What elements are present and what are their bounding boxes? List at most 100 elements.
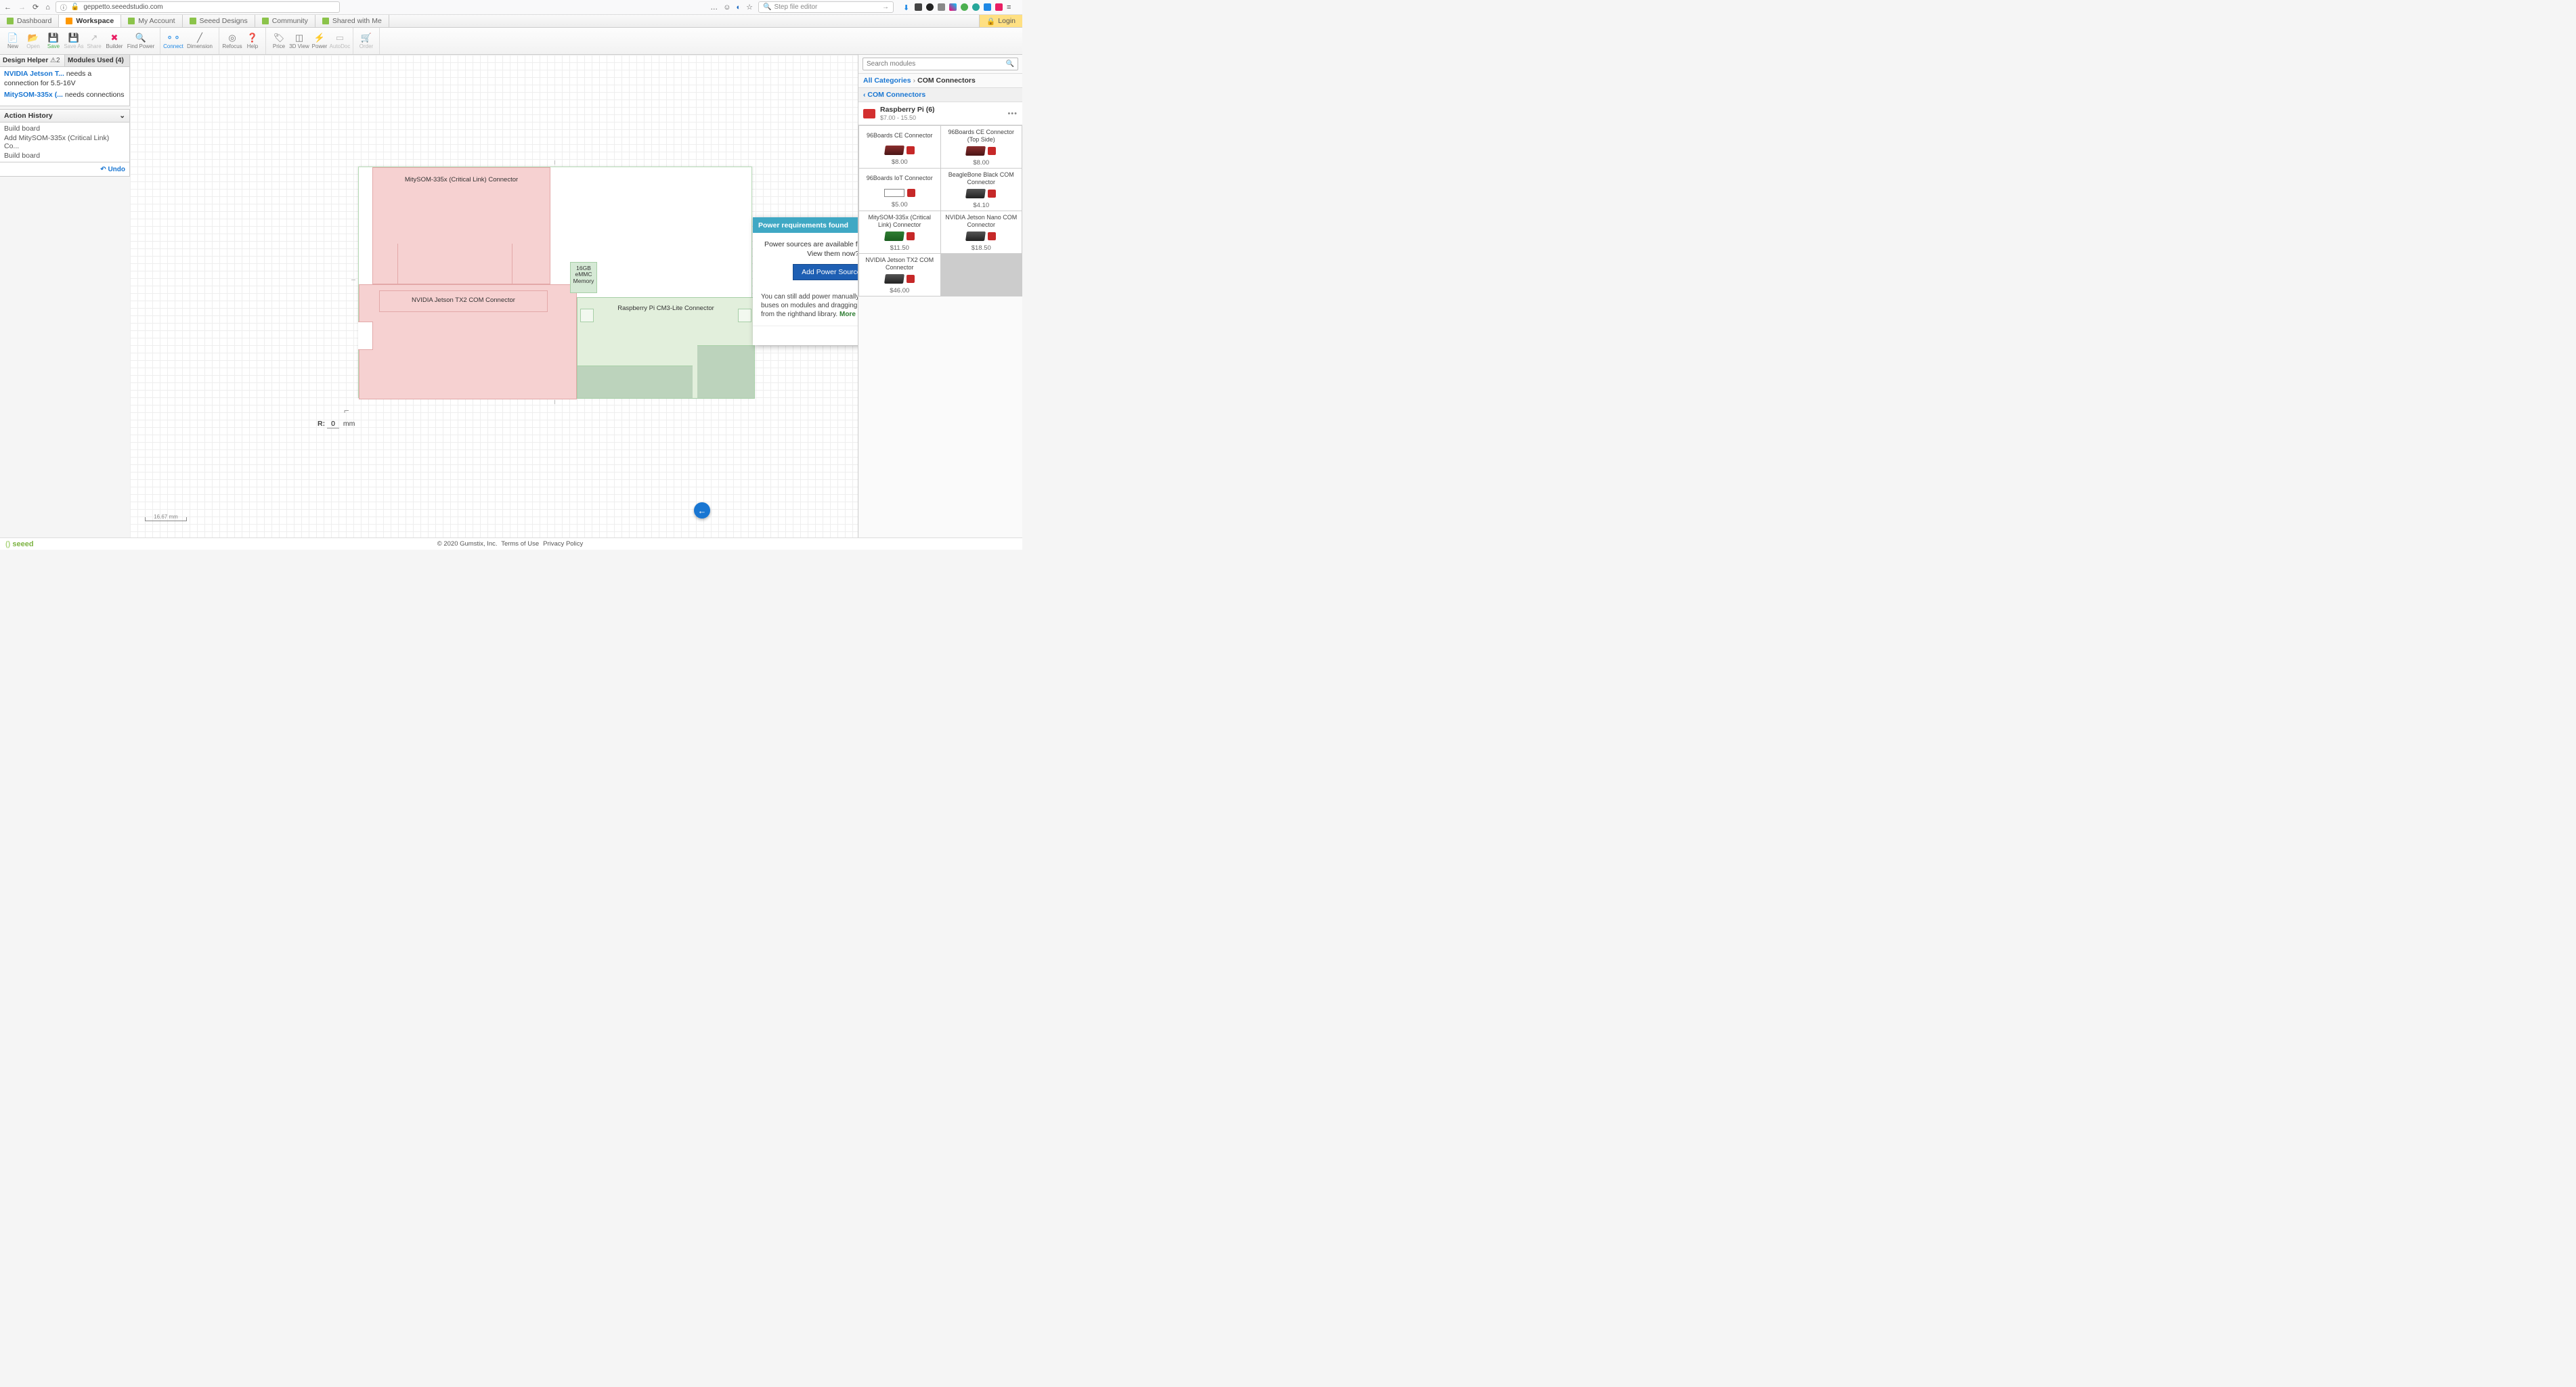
block-icon[interactable]: ◐: [736, 3, 741, 12]
ext-icon[interactable]: [949, 3, 957, 11]
module-card[interactable]: NVIDIA Jetson TX2 COM Connector$46.00: [859, 254, 940, 296]
history-item[interactable]: Build board: [4, 151, 125, 160]
ext-icon[interactable]: [915, 3, 922, 11]
download-icon[interactable]: ⬇: [903, 3, 911, 11]
action-history-header[interactable]: Action History⌄: [0, 109, 130, 123]
order-button[interactable]: 🛒Order: [356, 28, 376, 54]
save-button[interactable]: 💾Save: [43, 28, 64, 54]
star-icon[interactable]: ☆: [746, 3, 753, 12]
dimension-button[interactable]: ╱Dimension: [183, 28, 216, 54]
menu-icon[interactable]: ≡: [1007, 3, 1014, 11]
privacy-link[interactable]: Privacy Policy: [543, 540, 583, 548]
go-icon[interactable]: →: [882, 3, 889, 11]
login-button[interactable]: 🔒Login: [979, 15, 1022, 27]
help-button[interactable]: ❓Help: [242, 28, 263, 54]
terms-link[interactable]: Terms of Use: [501, 540, 539, 548]
module-rpi[interactable]: Raspberry Pi CM3-Lite Connector: [577, 297, 755, 399]
builder-button[interactable]: ✖Builder: [104, 28, 125, 54]
module-emmc[interactable]: 16GB eMMC Memory: [570, 262, 597, 293]
module-name: NVIDIA Jetson Nano COM Connector: [943, 214, 1020, 228]
reload-icon[interactable]: ⟳: [32, 3, 39, 12]
breadcrumb-leaf: COM Connectors: [917, 76, 976, 85]
module-thumbnail: [861, 144, 938, 157]
tab-dashboard[interactable]: Dashboard: [0, 15, 59, 27]
find-power-button[interactable]: 🔍Find Power: [125, 28, 157, 54]
module-card[interactable]: BeagleBone Black COM Connector$4.10: [941, 169, 1022, 211]
board-outline[interactable]: MitySOM-335x (Critical Link) Connector N…: [358, 167, 752, 398]
open-button[interactable]: 📂Open: [23, 28, 43, 54]
tab-community[interactable]: Community: [255, 15, 315, 27]
community-icon: [262, 18, 269, 24]
power-button[interactable]: ⚡Power: [309, 28, 330, 54]
module-family-row[interactable]: Raspberry Pi (6) $7.00 - 15.50 •••: [858, 102, 1022, 125]
undo-button[interactable]: ↶ Undo: [100, 166, 125, 173]
copyright: © 2020 Gumstix, Inc.: [437, 540, 498, 548]
module-card[interactable]: NVIDIA Jetson Nano COM Connector$18.50: [941, 211, 1022, 253]
design-helper-tab[interactable]: Design Helper ⚠2: [0, 55, 65, 66]
home-icon[interactable]: ⌂: [45, 3, 50, 12]
issue-item[interactable]: NVIDIA Jetson T... needs a connection fo…: [4, 70, 125, 88]
module-search-input[interactable]: [867, 60, 1006, 68]
3d-view-button[interactable]: ◫3D View: [289, 28, 309, 54]
design-canvas[interactable]: MitySOM-335x (Critical Link) Connector N…: [130, 55, 858, 537]
module-thumbnail: [861, 186, 938, 200]
vendor-icon: [907, 189, 915, 197]
module-mitysom[interactable]: MitySOM-335x (Critical Link) Connector: [372, 167, 550, 284]
back-icon[interactable]: ←: [4, 3, 12, 12]
back-fab[interactable]: ←: [694, 502, 710, 519]
issue-item[interactable]: MitySOM-335x (... needs connections: [4, 91, 125, 100]
price-button[interactable]: 🏷Price: [269, 28, 289, 54]
module-price: $11.50: [890, 244, 909, 252]
rotation-input[interactable]: [327, 420, 339, 428]
new-button[interactable]: 📄New: [3, 28, 23, 54]
brand-logo[interactable]: () seeed: [5, 540, 34, 548]
module-card[interactable]: MitySOM-335x (Critical Link) Connector$1…: [859, 211, 940, 253]
chevron-down-icon: ⌄: [119, 112, 125, 120]
history-item[interactable]: Build board: [4, 124, 125, 133]
refocus-button[interactable]: ◎Refocus: [222, 28, 242, 54]
forward-icon[interactable]: →: [18, 3, 26, 12]
connect-button[interactable]: ⚬⚬Connect: [163, 28, 183, 54]
ext-icon[interactable]: [972, 3, 980, 11]
ext-icon[interactable]: [984, 3, 991, 11]
family-menu-icon[interactable]: •••: [1007, 110, 1018, 118]
browser-search[interactable]: 🔍 Step file editor →: [758, 1, 894, 13]
ext-icon[interactable]: [938, 3, 945, 11]
more-instructions-link[interactable]: More instructions: [839, 311, 858, 318]
modules-used-tab[interactable]: Modules Used (4): [65, 55, 129, 66]
url-bar[interactable]: ⓘ 🔓 geppetto.seeedstudio.com: [56, 1, 340, 13]
issue-module-link[interactable]: NVIDIA Jetson T...: [4, 70, 64, 78]
module-card[interactable]: 96Boards IoT Connector$5.00: [859, 169, 940, 211]
dimension-marker: [554, 400, 555, 404]
target-icon: ◎: [227, 33, 238, 43]
board-notch: [358, 322, 373, 350]
share-button[interactable]: ↗Share: [84, 28, 104, 54]
workspace-icon: [66, 18, 72, 24]
vendor-icon: [988, 190, 996, 198]
autodoc-button[interactable]: ▭AutoDoc: [330, 28, 350, 54]
add-power-sources-button[interactable]: Add Power Sources: [793, 264, 858, 280]
cart-icon: 🛒: [361, 33, 372, 43]
history-item[interactable]: Add MitySOM-335x (Critical Link) Co...: [4, 133, 125, 151]
tab-workspace[interactable]: Workspace: [59, 15, 121, 27]
breadcrumb-root[interactable]: All Categories: [863, 76, 911, 85]
module-label: MitySOM-335x (Critical Link) Connector: [405, 176, 518, 183]
module-card[interactable]: 96Boards CE Connector (Top Side)$8.00: [941, 126, 1022, 168]
tab-shared[interactable]: Shared with Me: [315, 15, 389, 27]
save-as-button[interactable]: 💾Save As: [64, 28, 84, 54]
module-search[interactable]: 🔍: [863, 58, 1018, 70]
issue-module-link[interactable]: MitySOM-335x (...: [4, 91, 63, 99]
search-icon: 🔍: [763, 3, 771, 11]
module-card[interactable]: 96Boards CE Connector$8.00: [859, 126, 940, 168]
dialog-title-bar[interactable]: Power requirements found ×: [753, 217, 858, 233]
ext-icon[interactable]: [995, 3, 1003, 11]
category-header[interactable]: COM Connectors: [858, 88, 1022, 102]
ellipsis-icon[interactable]: …: [710, 3, 718, 12]
module-jetson[interactable]: NVIDIA Jetson TX2 COM Connector: [359, 284, 577, 399]
ext-icon[interactable]: [961, 3, 968, 11]
tab-seeed-designs[interactable]: Seeed Designs: [183, 15, 255, 27]
tab-my-account[interactable]: My Account: [121, 15, 182, 27]
reader-icon[interactable]: ☺: [723, 3, 730, 12]
account-icon: [128, 18, 135, 24]
ext-icon[interactable]: [926, 3, 934, 11]
